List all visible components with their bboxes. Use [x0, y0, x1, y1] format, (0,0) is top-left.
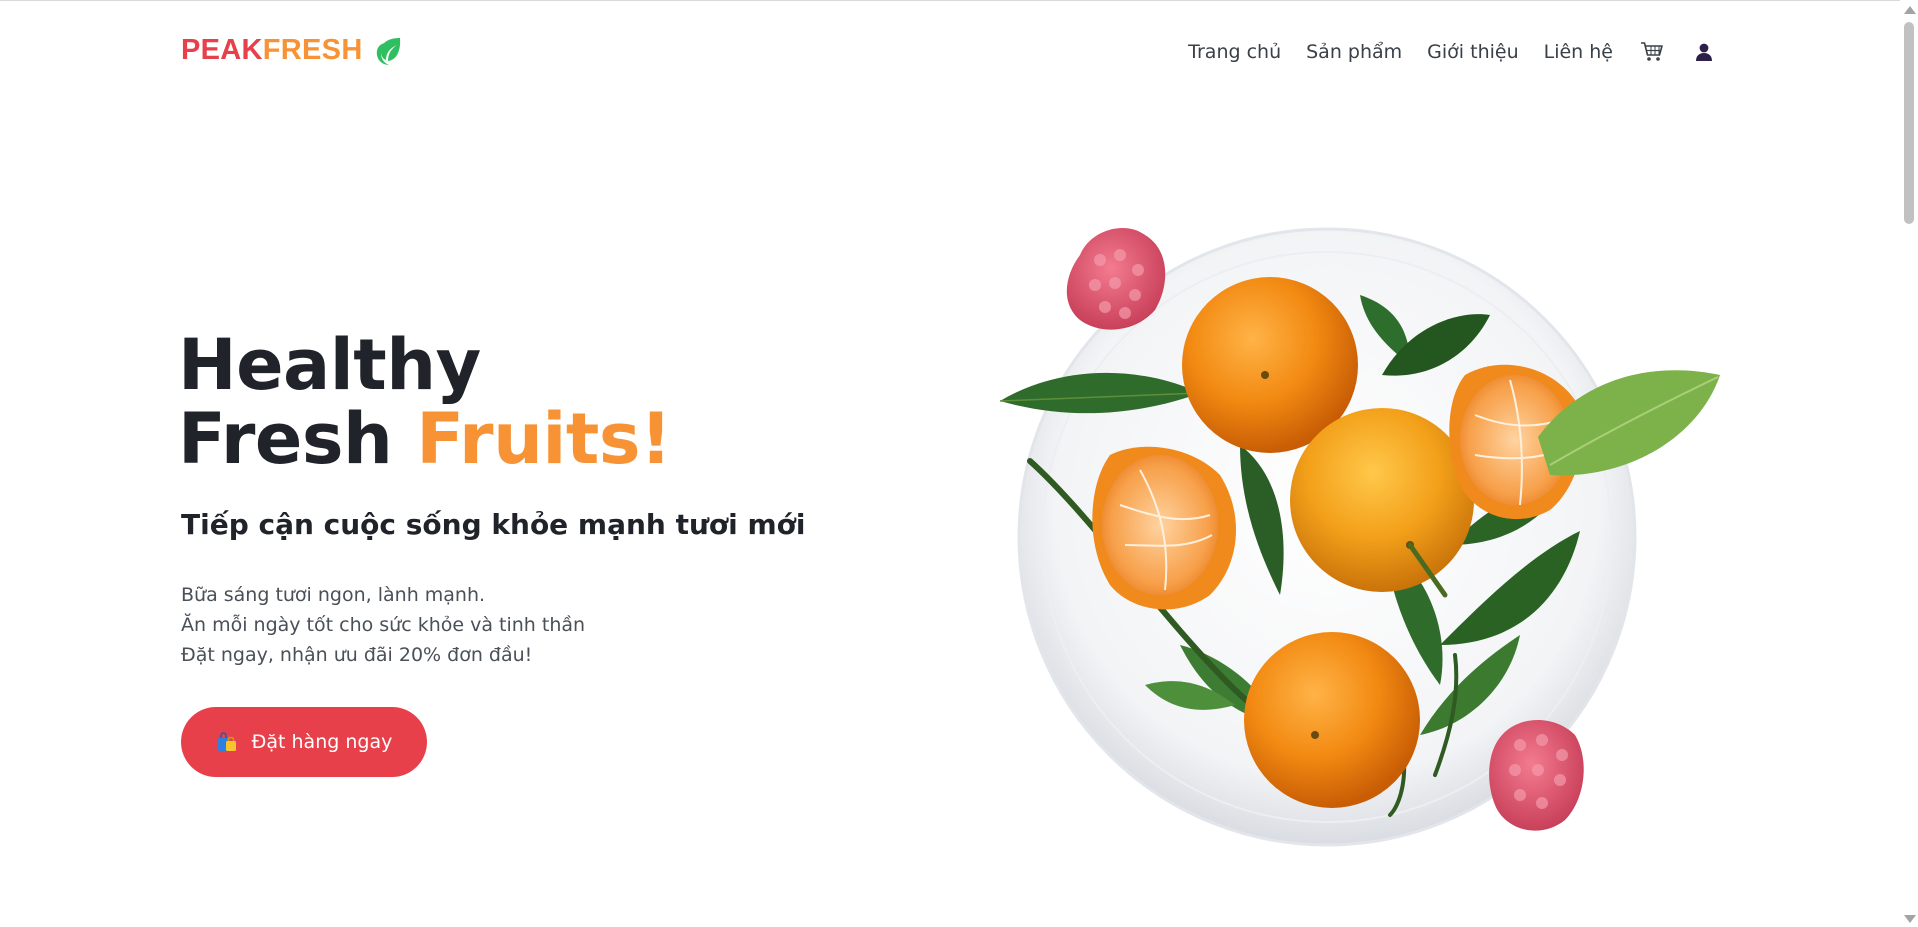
leaf-icon — [376, 37, 400, 65]
page-scrollbar[interactable] — [1900, 0, 1918, 927]
order-now-label: Đặt hàng ngay — [251, 731, 393, 753]
hero-title-line1: Healthy — [178, 324, 481, 406]
brand-logo[interactable]: PEAKFRESH — [181, 34, 403, 67]
tangerine-peeled-left — [1092, 446, 1237, 610]
scrollbar-thumb[interactable] — [1904, 22, 1914, 224]
main-nav: Trang chủ Sản phẩm Giới thiệu Liên hệ — [1188, 39, 1717, 65]
shopping-bags-icon — [217, 732, 236, 751]
hero-line: Đặt ngay, nhận ưu đãi 20% đơn đầu! — [181, 644, 533, 666]
cart-icon[interactable] — [1639, 39, 1665, 65]
nav-about[interactable]: Giới thiệu — [1427, 41, 1518, 63]
hero-title-accent: Fruits! — [416, 398, 672, 480]
hero-title-line2: Fresh Fruits! — [178, 402, 672, 476]
user-icon[interactable] — [1691, 39, 1717, 65]
brand-name-fresh: FRESH — [262, 34, 363, 66]
nav-contact[interactable]: Liên hệ — [1544, 41, 1613, 63]
brand-name-peak: PEAK — [181, 34, 263, 66]
nav-products[interactable]: Sản phẩm — [1306, 41, 1402, 63]
raspberry-top — [1066, 227, 1166, 330]
raspberry-bottom — [1489, 720, 1584, 831]
hero-title: Healthy Fresh Fruits! — [178, 324, 672, 476]
hero-subtitle: Tiếp cận cuộc sống khỏe mạnh tươi mới — [181, 508, 806, 541]
site-header: PEAKFRESH Trang chủ Sản phẩm Giới thiệu … — [181, 30, 1717, 74]
hero-fruit-image — [999, 227, 1720, 847]
hero-description: Bữa sáng tươi ngon, lành mạnh. Ăn mỗi ng… — [181, 580, 585, 670]
hero-title-plain: Fresh — [178, 398, 417, 480]
scroll-down-arrow-icon[interactable] — [1904, 915, 1916, 923]
brand-name: PEAKFRESH — [181, 34, 363, 67]
hero-line: Bữa sáng tươi ngon, lành mạnh. — [181, 584, 486, 606]
scroll-up-arrow-icon[interactable] — [1904, 6, 1916, 14]
top-border — [0, 0, 1900, 1]
nav-home[interactable]: Trang chủ — [1188, 41, 1281, 63]
landing-page: PEAKFRESH Trang chủ Sản phẩm Giới thiệu … — [0, 0, 1918, 927]
order-now-button[interactable]: Đặt hàng ngay — [181, 707, 427, 777]
hero-line: Ăn mỗi ngày tốt cho sức khỏe và tinh thầ… — [181, 614, 586, 636]
tangerine-bottom — [1244, 632, 1420, 808]
